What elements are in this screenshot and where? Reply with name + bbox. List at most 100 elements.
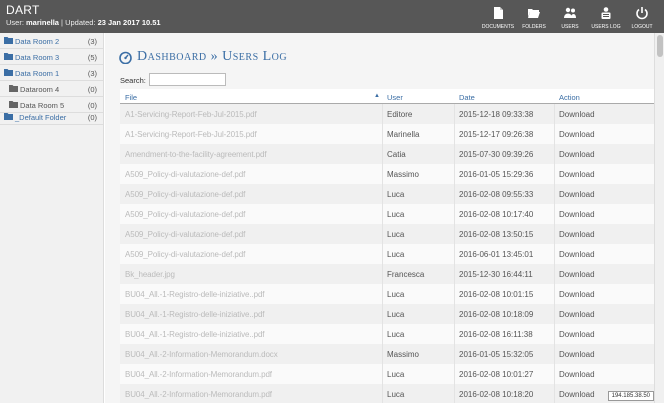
file-cell: A1-Servicing-Report-Feb-Jul-2015.pdf — [125, 130, 257, 139]
date-cell: 2015-07-30 09:39:26 — [459, 150, 534, 159]
download-link[interactable]: Download — [559, 250, 595, 259]
sort-asc-icon[interactable]: ▲ — [374, 93, 380, 99]
sidebar-item-label: Data Room 3 — [15, 52, 60, 62]
app-title: DART — [6, 3, 40, 17]
download-link[interactable]: Download — [559, 170, 595, 179]
download-link[interactable]: Download — [559, 230, 595, 239]
date-cell: 2016-02-08 16:11:38 — [459, 330, 533, 339]
download-link[interactable]: Download — [559, 150, 595, 159]
sidebar-item-count: (3) — [87, 36, 97, 46]
scrollbar-thumb[interactable] — [657, 35, 663, 57]
search-input[interactable] — [149, 73, 226, 86]
username: marinella — [26, 18, 59, 27]
download-link[interactable]: Download — [559, 310, 595, 319]
table-row: BU04_All.-2-Information-Memorandum.pdf Lu… — [120, 364, 654, 384]
file-cell: BU04_All.-2-Information-Memorandum.pdf — [125, 390, 272, 399]
file-cell: Bk_header.jpg — [125, 270, 175, 279]
download-link[interactable]: Download — [559, 330, 595, 339]
file-cell: A509_Policy-di-valutazione-def.pdf — [125, 210, 246, 219]
table-row: A1-Servicing-Report-Feb-Jul-2015.pdf Mari… — [120, 124, 654, 144]
table-row: A509_Policy-di-valutazione-def.pdf Massim… — [120, 164, 654, 184]
download-link[interactable]: Download — [559, 390, 595, 399]
user-cell: Marinella — [387, 130, 420, 139]
sidebar-item-data-room-1[interactable]: Data Room 1 (3) — [0, 65, 103, 81]
date-cell: 2016-02-08 10:18:20 — [459, 390, 534, 399]
column-divider — [554, 244, 555, 264]
folder-icon — [4, 53, 13, 60]
column-header-action[interactable]: Action — [559, 93, 580, 102]
nav-logout[interactable]: Logout — [624, 4, 660, 32]
table-row: A509_Policy-di-valutazione-def.pdf Luca 20… — [120, 204, 654, 224]
file-cell: BU04_All.-2-Information-Memorandum.docx — [125, 350, 278, 359]
sidebar-item-data-room-2[interactable]: Data Room 2 (3) — [0, 33, 103, 49]
table-row: Bk_header.jpg Francesca 2015-12-30 16:44:1… — [120, 264, 654, 284]
column-divider — [382, 304, 383, 324]
column-divider — [454, 284, 455, 304]
download-link[interactable]: Download — [559, 130, 595, 139]
column-divider — [454, 264, 455, 284]
column-divider — [382, 284, 383, 304]
user-cell: Luca — [387, 210, 405, 219]
users-icon — [564, 7, 576, 18]
column-divider — [454, 344, 455, 364]
download-link[interactable]: Download — [559, 190, 595, 199]
sidebar-item-default-folder[interactable]: _Default Folder (0) — [0, 107, 103, 125]
user-cell: Luca — [387, 370, 405, 379]
sidebar-item-count: (0) — [87, 84, 97, 94]
user-cell: Luca — [387, 190, 405, 199]
column-divider — [554, 124, 555, 144]
user-cell: Luca — [387, 250, 405, 259]
sidebar-item-count: (3) — [87, 68, 97, 78]
user-cell: Francesca — [387, 270, 425, 279]
user-cell: Massimo — [387, 170, 420, 179]
date-cell: 2016-02-08 13:50:15 — [459, 230, 534, 239]
date-cell: 2016-02-08 10:01:15 — [459, 290, 534, 299]
user-info: User: marinella | Updated: 23 Jan 2017 1… — [6, 18, 161, 27]
column-divider — [382, 384, 383, 403]
download-link[interactable]: Download — [559, 270, 595, 279]
nav-users-log[interactable]: Users Log — [588, 4, 624, 32]
table-row: BU04_All.-2-Information-Memorandum.pdf Lu… — [120, 384, 654, 403]
table-row: A509_Policy-di-valutazione-def.pdf Luca 20… — [120, 244, 654, 264]
file-cell: A509_Policy-di-valutazione-def.pdf — [125, 170, 246, 179]
table-row: A509_Policy-di-valutazione-def.pdf Luca 20… — [120, 224, 654, 244]
nav-documents[interactable]: Documents — [480, 4, 516, 32]
scrollbar[interactable] — [654, 33, 664, 403]
column-header-file[interactable]: File — [125, 93, 137, 102]
column-divider — [382, 324, 383, 344]
download-link[interactable]: Download — [559, 210, 595, 219]
file-cell: A1-Servicing-Report-Feb-Jul-2015.pdf — [125, 110, 257, 119]
folder-icon — [9, 85, 18, 92]
nav-folders[interactable]: Folders — [516, 4, 552, 32]
download-link[interactable]: Download — [559, 370, 595, 379]
download-link[interactable]: Download — [559, 350, 595, 359]
user-cell: Luca — [387, 330, 405, 339]
column-divider — [554, 384, 555, 403]
folder-icon — [4, 113, 13, 120]
column-divider — [454, 204, 455, 224]
sidebar-item-dataroom-4[interactable]: Dataroom 4 (0) — [0, 81, 103, 97]
sidebar-item-label: Dataroom 4 — [20, 84, 60, 94]
date-cell: 2015-12-30 16:44:11 — [459, 270, 533, 279]
column-divider — [454, 164, 455, 184]
nav-users[interactable]: Users — [552, 4, 588, 32]
column-header-user[interactable]: User — [387, 93, 403, 102]
column-divider — [554, 304, 555, 324]
date-cell: 2016-01-05 15:32:05 — [459, 350, 534, 359]
column-divider — [382, 344, 383, 364]
sidebar-item-data-room-3[interactable]: Data Room 3 (5) — [0, 49, 103, 65]
sidebar-item-label: Data Room 1 — [15, 68, 60, 78]
download-link[interactable]: Download — [559, 110, 595, 119]
column-header-date[interactable]: Date — [459, 93, 475, 102]
table-row: A1-Servicing-Report-Feb-Jul-2015.pdf Edit… — [120, 104, 654, 124]
user-cell: Editore — [387, 110, 413, 119]
sidebar: Data Room 2 (3) Data Room 3 (5) Data Roo… — [0, 33, 104, 403]
column-divider — [554, 284, 555, 304]
nav-label: Folders — [522, 24, 546, 30]
nav-label: Users — [561, 24, 579, 30]
download-link[interactable]: Download — [559, 290, 595, 299]
column-divider — [454, 104, 455, 124]
user-prefix: User: — [6, 18, 24, 27]
column-divider — [382, 364, 383, 384]
user-cell: Luca — [387, 290, 405, 299]
